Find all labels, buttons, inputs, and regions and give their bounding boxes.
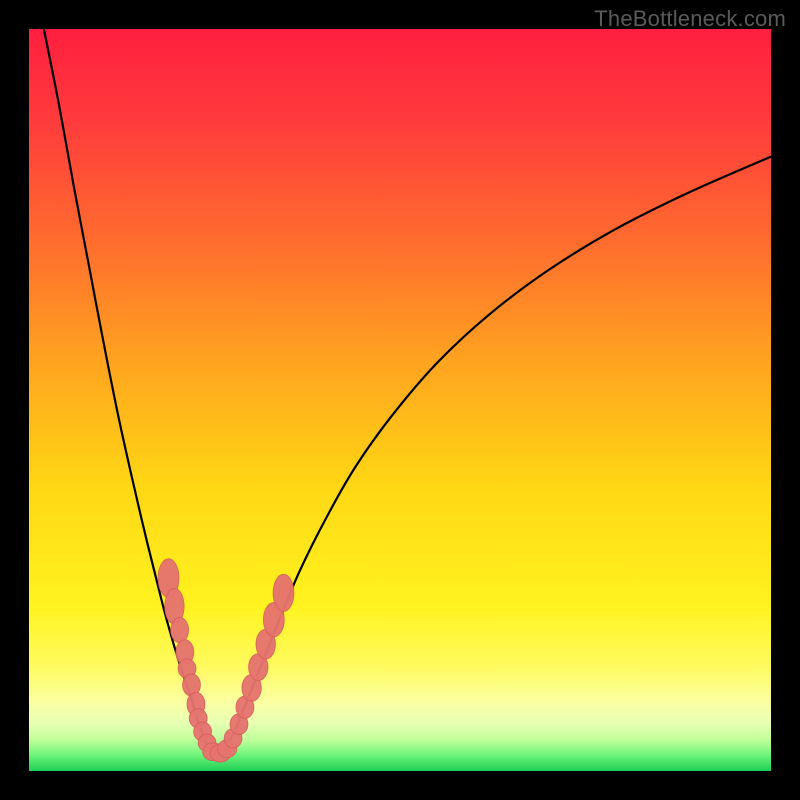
plot-area [29,29,771,771]
curve-path [44,29,771,755]
chart-frame: TheBottleneck.com [0,0,800,800]
curve-layer [29,29,771,771]
marker-cluster [158,559,294,762]
watermark-text: TheBottleneck.com [594,6,786,32]
marker-left-cluster [171,617,189,642]
bottleneck-curve [44,29,771,755]
marker-right-cluster [273,574,294,611]
